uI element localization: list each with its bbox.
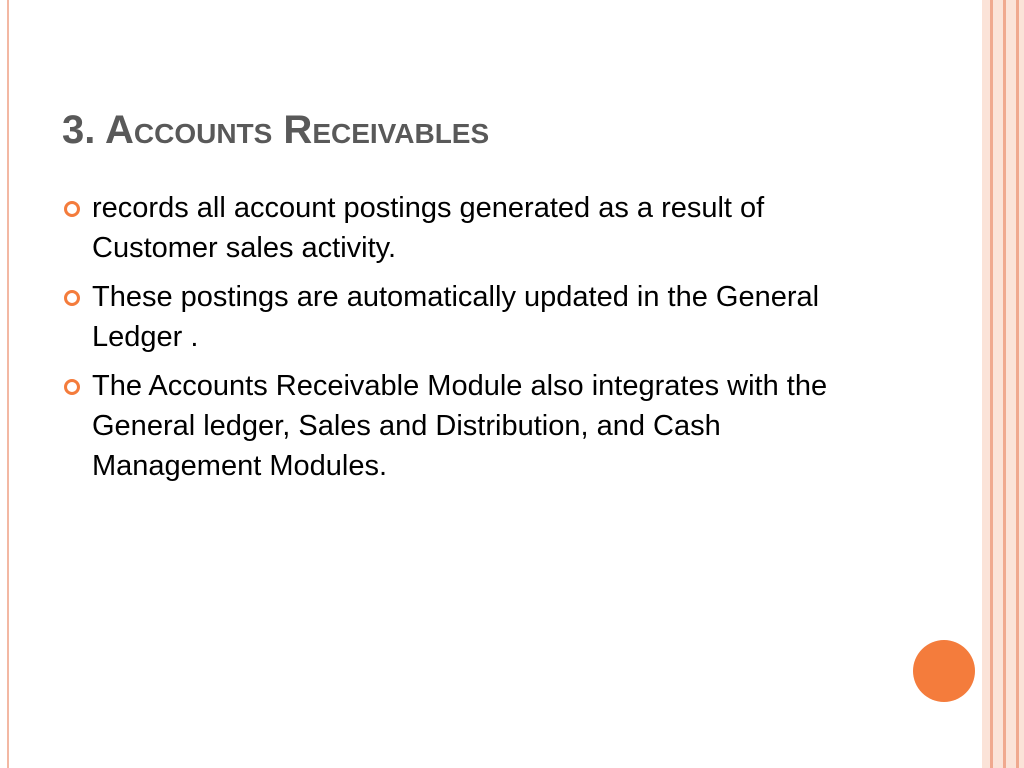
left-border-line [7,0,9,768]
right-border-stripe [1019,0,1024,768]
bullet-item: records all account postings generated a… [62,188,882,268]
bullet-item: The Accounts Receivable Module also inte… [62,366,882,486]
bullet-text: records all account postings generated a… [92,192,765,264]
bullet-item: These postings are automatically updated… [62,277,882,357]
slide-title: 3. Accounts Receivables [62,108,490,152]
bullet-text: These postings are automatically updated… [92,281,820,353]
bullet-list: records all account postings generated a… [62,188,882,495]
bullet-ring-icon [64,201,80,217]
right-border-stripe [993,0,1003,768]
bullet-text: The Accounts Receivable Module also inte… [92,370,828,482]
right-border-stripe [1006,0,1016,768]
right-border-stripe [982,0,990,768]
bullet-ring-icon [64,290,80,306]
decorative-circle [913,640,975,702]
slide: 3. Accounts Receivables records all acco… [0,0,1024,768]
bullet-ring-icon [64,379,80,395]
